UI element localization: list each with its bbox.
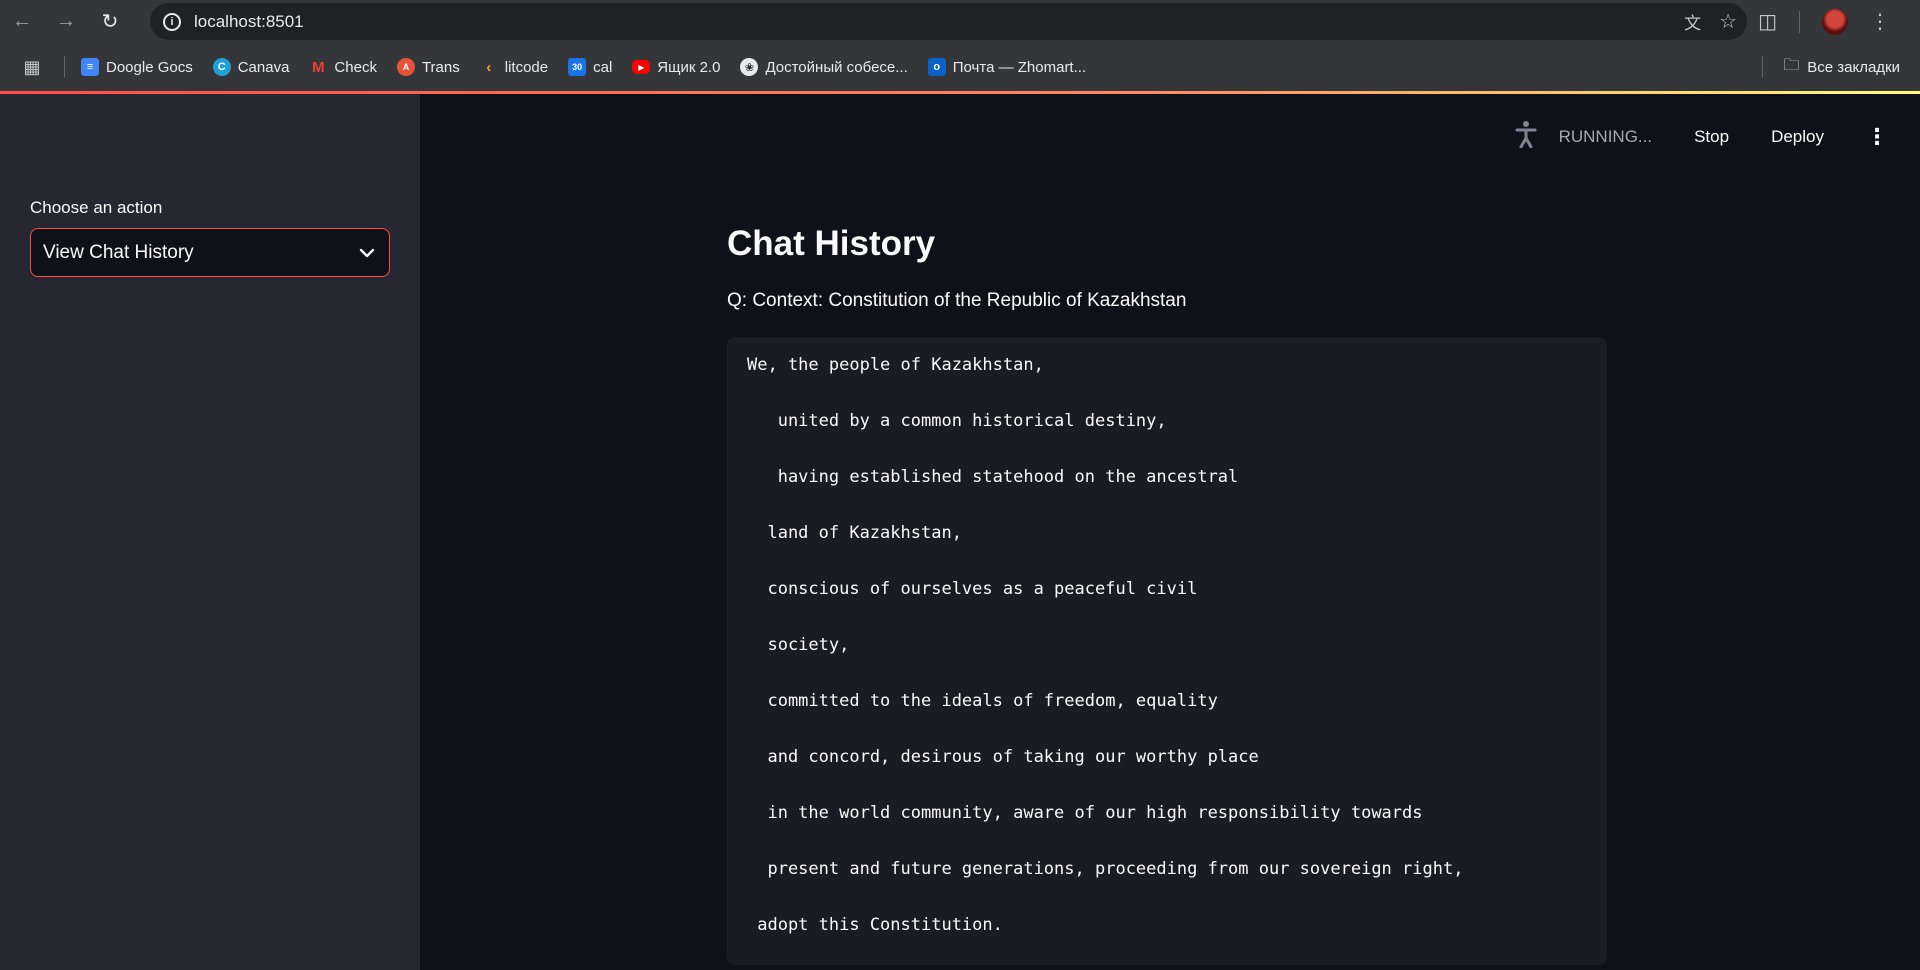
bookmark-star-icon[interactable]: ☆ (1719, 9, 1737, 34)
forward-icon[interactable]: → (44, 0, 88, 43)
all-bookmarks-label: Все закладки (1807, 58, 1900, 76)
bookmark-label: litcode (504, 58, 549, 76)
bookmarks-divider (1762, 56, 1764, 78)
question-text: Q: Context: Constitution of the Republic… (727, 290, 1187, 311)
bookmark-item[interactable]: ≡ Doogle Gocs (81, 58, 193, 76)
bookmarks-divider (64, 56, 65, 78)
main-content: Chat History Q: Context: Constitution of… (727, 224, 1607, 965)
address-bar[interactable]: i localhost:8501 文 ☆ (150, 3, 1747, 40)
bookmark-item[interactable]: ❀ Достойный собесе... (740, 58, 908, 76)
deploy-button[interactable]: Deploy (1771, 127, 1824, 147)
page-title: Chat History (727, 224, 936, 263)
code-line: present and future generations, proceedi… (747, 859, 1464, 879)
back-icon[interactable]: ← (0, 0, 44, 43)
code-line: united by a common historical destiny, (747, 411, 1167, 431)
outlook-icon: o (927, 58, 946, 76)
running-man-icon (1515, 120, 1537, 154)
bookmark-item[interactable]: ‹ litcode (480, 58, 548, 76)
running-status: RUNNING... (1558, 127, 1653, 146)
docs-icon: ≡ (81, 58, 99, 76)
site-info-icon[interactable]: i (150, 12, 194, 31)
bookmark-label: Canava (237, 58, 290, 76)
code-line: land of Kazakhstan, (747, 523, 962, 543)
bookmarks-bar: ▦ ≡ Doogle Gocs C Canava M Check A Trans ‹ li… (0, 43, 1920, 91)
translate-icon: A (396, 58, 415, 76)
select-label: Choose an action (30, 198, 163, 217)
bookmark-item[interactable]: M Check (309, 58, 377, 76)
bookmark-label: Trans (421, 58, 460, 76)
code-line: society, (747, 635, 850, 655)
stop-button[interactable]: Stop (1694, 127, 1729, 147)
bookmark-label: Достойный собесе... (765, 58, 908, 76)
extensions-icon[interactable]: ◫ (1758, 9, 1777, 34)
bookmark-label: Doogle Gocs (106, 58, 193, 76)
bookmark-item[interactable]: o Почта — Zhomart... (927, 58, 1087, 76)
code-line: We, the people of Kazakhstan, (747, 355, 1044, 375)
profile-avatar[interactable] (1822, 8, 1848, 35)
translate-icon[interactable]: 文 (1684, 9, 1701, 34)
main-area: RUNNING... Stop Deploy ⋮ Chat History Q:… (420, 94, 1920, 970)
calendar-icon: 30 (568, 58, 587, 76)
bookmark-label: Check (334, 58, 377, 76)
folder-icon: 🗀 (1783, 56, 1800, 74)
bookmark-item[interactable]: ▶ Ящик 2.0 (632, 59, 720, 76)
sidebar: Choose an action View Chat History (0, 94, 420, 970)
leetcode-icon: ‹ (486, 58, 492, 76)
code-line: adopt this Constitution. (747, 915, 1003, 935)
code-line: having established statehood on the ance… (747, 467, 1239, 487)
bookmark-item[interactable]: C Canava (212, 58, 290, 76)
url-text[interactable]: localhost:8501 (194, 12, 304, 32)
browser-toolbar: ← → ↻ i localhost:8501 文 ☆ ◫ ⋮ (0, 0, 1920, 43)
action-select-value: View Chat History (43, 241, 194, 263)
action-select[interactable]: View Chat History (30, 228, 390, 277)
code-line: committed to the ideals of freedom, equa… (747, 691, 1218, 711)
main-menu-icon[interactable]: ⋮ (1866, 124, 1888, 150)
all-bookmarks-button[interactable]: 🗀 Все закладки (1762, 43, 1900, 91)
bookmark-item[interactable]: A Trans (396, 58, 460, 76)
bookmark-label: cal (593, 58, 613, 76)
apps-grid-icon[interactable]: ▦ (0, 57, 64, 78)
chrome-menu-icon[interactable]: ⋮ (1870, 9, 1890, 34)
youtube-icon: ▶ (632, 60, 651, 74)
reload-icon[interactable]: ↻ (88, 0, 132, 43)
bookmark-item[interactable]: 30 cal (568, 58, 612, 76)
gmail-icon: M (312, 58, 325, 76)
openai-icon: ❀ (740, 58, 759, 76)
code-line: in the world community, aware of our hig… (747, 803, 1423, 823)
code-line: and concord, desirous of taking our wort… (747, 747, 1259, 767)
canva-icon: C (212, 58, 231, 76)
bookmark-label: Ящик 2.0 (657, 58, 721, 76)
chevron-down-icon (359, 245, 375, 261)
app-header: RUNNING... Stop Deploy ⋮ (1515, 120, 1888, 154)
bookmark-label: Почта — Zhomart... (952, 58, 1087, 76)
code-line: conscious of ourselves as a peaceful civ… (747, 579, 1198, 599)
toolbar-divider (1799, 10, 1800, 33)
code-block: We, the people of Kazakhstan, united by … (727, 337, 1607, 965)
